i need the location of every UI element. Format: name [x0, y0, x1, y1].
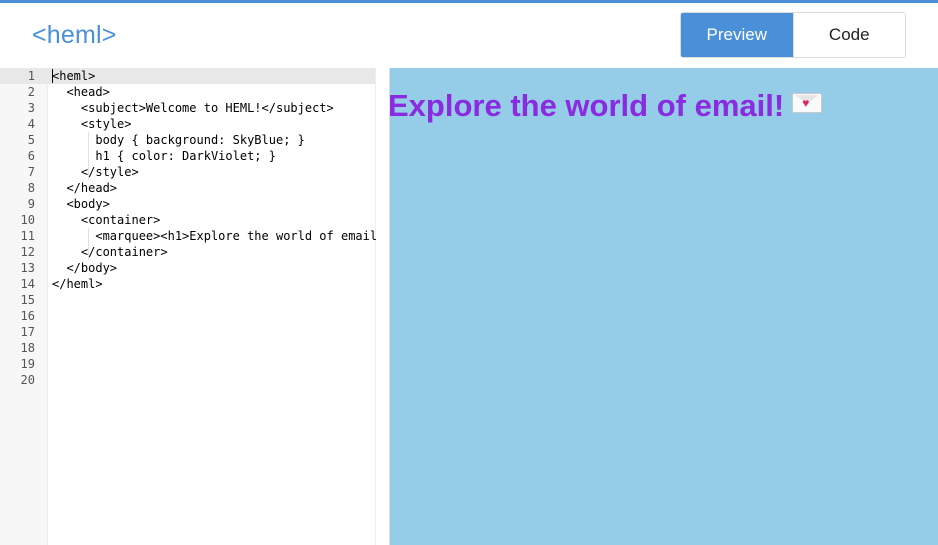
- editor-line[interactable]: 18: [0, 340, 375, 356]
- line-number: 12: [20, 245, 35, 259]
- editor-ruler: [375, 68, 376, 545]
- editor-line[interactable]: 11 <marquee><h1>Explore the world of ema…: [0, 228, 378, 244]
- line-number: 11: [20, 229, 35, 243]
- line-number: 19: [20, 357, 35, 371]
- line-number: 8: [27, 181, 35, 195]
- preview-tab-button[interactable]: Preview: [681, 13, 793, 57]
- editor-line[interactable]: 14 </heml>: [0, 276, 375, 292]
- line-number: 20: [20, 373, 35, 387]
- line-number: 5: [27, 133, 35, 147]
- editor-line[interactable]: 7 </style>: [0, 164, 375, 180]
- editor-line[interactable]: 10 <container>: [0, 212, 375, 228]
- text-cursor: [52, 69, 53, 83]
- line-number: 14: [20, 277, 35, 291]
- code-line-text: <marquee><h1>Explore the world of email: [52, 229, 378, 243]
- editor-line[interactable]: 2 <head>: [0, 84, 375, 100]
- indent-guide: [88, 132, 89, 180]
- code-line-text: </heml>: [52, 277, 103, 291]
- editor-line[interactable]: 19: [0, 356, 375, 372]
- editor-line[interactable]: 6 h1 { color: DarkViolet; }: [0, 148, 375, 164]
- line-number: 10: [20, 213, 35, 227]
- code-line-text: </style>: [52, 165, 139, 179]
- editor-line[interactable]: 3 <subject>Welcome to HEML!</subject>: [0, 100, 375, 116]
- editor-line[interactable]: 13 </body>: [0, 260, 375, 276]
- view-toggle: Preview Code: [680, 12, 906, 58]
- code-tab-button[interactable]: Code: [792, 13, 905, 57]
- email-preview-pane: Explore the world of email! ♥: [390, 68, 938, 545]
- line-number: 2: [27, 85, 35, 99]
- code-line-text: </head>: [52, 181, 118, 195]
- line-number: 7: [27, 165, 35, 179]
- code-line-text: <head>: [52, 85, 110, 99]
- code-line-text: h1 { color: DarkViolet; }: [52, 149, 276, 163]
- code-line-text: <body>: [52, 197, 110, 211]
- app-header: <heml> Preview Code: [0, 3, 938, 68]
- line-number: 16: [20, 309, 35, 323]
- line-number: 13: [20, 261, 35, 275]
- indent-guide: [88, 228, 89, 260]
- editor-line[interactable]: 1 <heml>: [0, 68, 375, 84]
- code-line-text: <container>: [52, 213, 161, 227]
- line-number: 15: [20, 293, 35, 307]
- editor-line[interactable]: 17: [0, 324, 375, 340]
- code-line-text: </container>: [52, 245, 168, 259]
- line-number: 4: [27, 117, 35, 131]
- code-line-text: body { background: SkyBlue; }: [52, 133, 305, 147]
- editor-line[interactable]: 5 body { background: SkyBlue; }: [0, 132, 375, 148]
- line-number: 9: [27, 197, 35, 211]
- editor-line[interactable]: 15: [0, 292, 375, 308]
- line-number: 6: [27, 149, 35, 163]
- heart-icon: ♥: [802, 96, 810, 110]
- editor-line[interactable]: 16: [0, 308, 375, 324]
- line-number: 1: [27, 69, 35, 83]
- code-line-text: <heml>: [52, 69, 96, 83]
- preview-heading-text: Explore the world of email!: [390, 88, 785, 123]
- code-line-text: <style>: [52, 117, 132, 131]
- app-logo[interactable]: <heml>: [32, 21, 117, 50]
- editor-line[interactable]: 8 </head>: [0, 180, 375, 196]
- code-line-text: </body>: [52, 261, 118, 275]
- editor-line[interactable]: 12 </container>: [0, 244, 375, 260]
- code-line-text: <subject>Welcome to HEML!</subject>: [52, 101, 334, 115]
- love-letter-icon: ♥: [792, 93, 823, 113]
- editor-line[interactable]: 9 <body>: [0, 196, 375, 212]
- line-number: 17: [20, 325, 35, 339]
- preview-heading: Explore the world of email! ♥: [390, 88, 823, 124]
- editor-line[interactable]: 4 <style>: [0, 116, 375, 132]
- code-editor[interactable]: 1 <heml> 2 <head> 3 <subject>Welcome to HEM…: [0, 68, 390, 545]
- line-number: 18: [20, 341, 35, 355]
- editor-line[interactable]: 20: [0, 372, 375, 388]
- line-number: 3: [27, 101, 35, 115]
